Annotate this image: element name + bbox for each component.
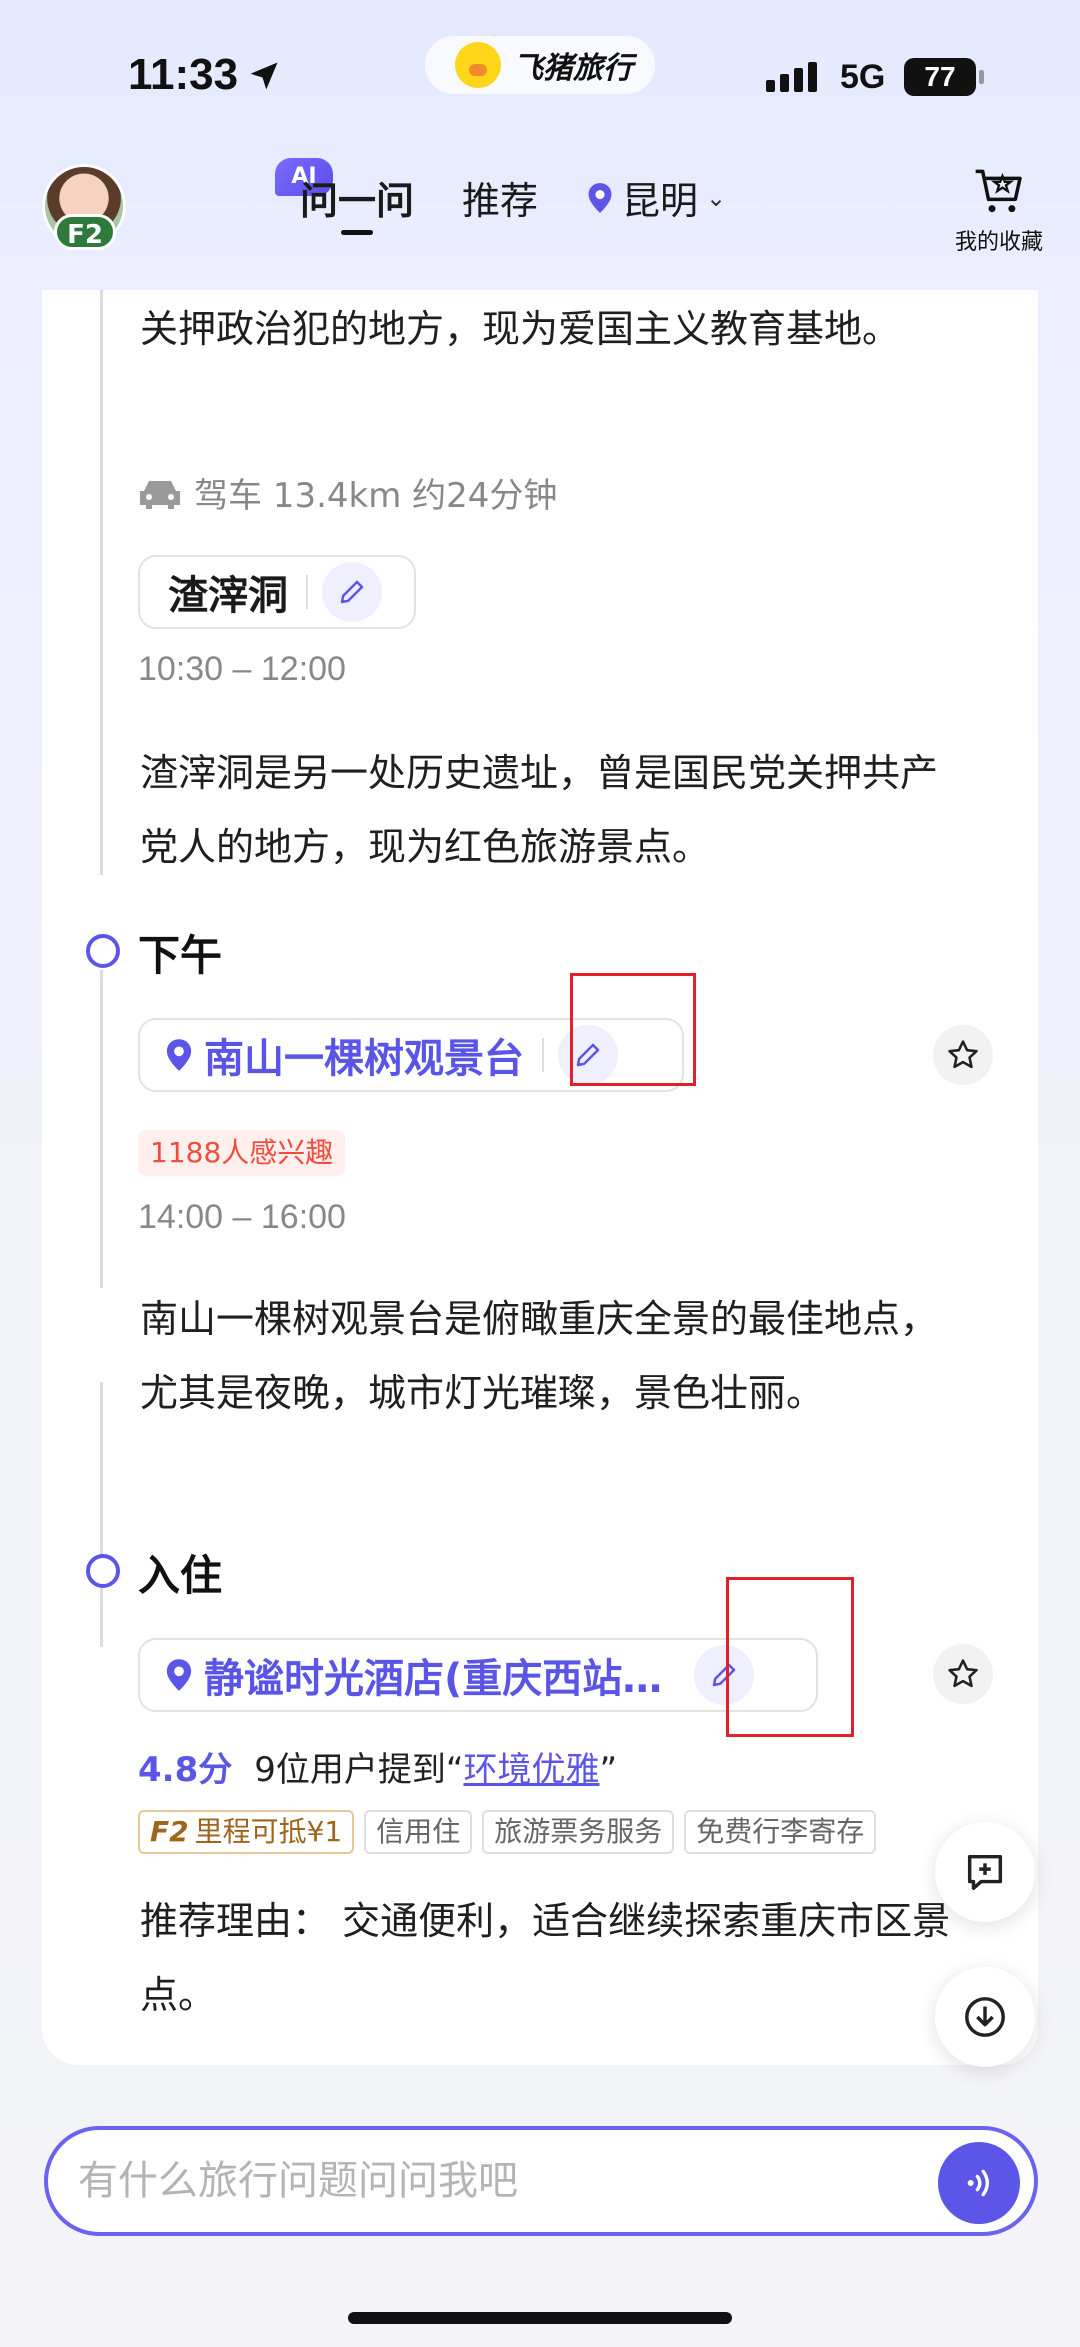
hotel-mention: 9位用户提到“环境优雅”: [254, 1742, 617, 1791]
chat-input[interactable]: [78, 2158, 878, 2204]
voice-wave-icon: [967, 2169, 989, 2197]
location-pin-icon: [166, 1039, 192, 1071]
voice-button[interactable]: [938, 2142, 1020, 2224]
tag-mileage: F2 里程可抵¥1: [138, 1810, 355, 1854]
spot-description: 南山一棵树观景台是俯瞰重庆全景的最佳地点，尤其是夜晚，城市灯光璀璨，景色壮丽。: [140, 1297, 939, 1415]
tag-luggage-storage: 免费行李寄存: [684, 1810, 877, 1854]
fliggy-logo-icon: [455, 42, 501, 88]
timeline-line: [100, 970, 103, 1288]
edit-spot-button[interactable]: [322, 562, 382, 622]
new-chat-button[interactable]: [935, 1822, 1035, 1922]
hotel-rating-row: 4.8分 9位用户提到“环境优雅”: [138, 1742, 617, 1791]
intro-text: 关押政治犯的地方，现为爱国主义教育基地。: [140, 307, 901, 351]
f2-mark: F2: [150, 1815, 189, 1848]
status-time: 11:33: [128, 50, 239, 99]
section-title-checkin: 入住: [138, 1551, 223, 1600]
favorite-star-button[interactable]: [933, 1025, 993, 1085]
hotel-chip[interactable]: 静谧时光酒店(重庆西站…: [138, 1638, 818, 1712]
mention-suffix: ”: [599, 1750, 618, 1790]
tab-ask[interactable]: 问一问: [300, 170, 414, 235]
chevron-down-icon: ⌄: [706, 183, 727, 212]
favorites-label: 我的收藏: [954, 230, 1043, 255]
tag-ticket-service: 旅游票务服务: [482, 1810, 675, 1854]
top-tabs: 问一问 推荐 昆明 ⌄: [300, 170, 726, 235]
highlight-box: [726, 1577, 854, 1737]
recommend-reason: 推荐理由： 交通便利，适合继续探索重庆市区景点。: [140, 1899, 951, 2017]
spot-name: 南山一棵树观景台: [204, 1036, 524, 1082]
pencil-icon: [340, 580, 364, 604]
interest-badge: 1188人感兴趣: [138, 1130, 346, 1176]
chip-divider: [306, 575, 308, 609]
signal-icon: [766, 62, 817, 92]
timeline-line: [100, 290, 103, 875]
chip-divider: [542, 1038, 544, 1072]
location-arrow-icon: [250, 62, 278, 90]
time-range: 10:30 – 12:00: [138, 650, 346, 688]
arrow-down-circle-icon: [965, 1997, 1005, 2037]
app-indicator[interactable]: 飞猪旅行: [425, 36, 655, 94]
location-pin-icon: [588, 182, 612, 213]
battery-icon: 77: [904, 58, 984, 96]
hotel-tags: F2 里程可抵¥1 信用住 旅游票务服务 免费行李寄存: [138, 1810, 877, 1854]
section-title-afternoon: 下午: [138, 931, 223, 980]
hotel-name: 静谧时光酒店(重庆西站…: [204, 1656, 663, 1702]
time-range: 14:00 – 16:00: [138, 1198, 346, 1236]
city-name: 昆明: [622, 179, 699, 223]
drive-info: 驾车 13.4km 约24分钟: [138, 468, 557, 517]
timeline-line: [100, 1382, 103, 1647]
mention-prefix: 9位用户提到“: [254, 1750, 464, 1790]
spot-name: 渣滓洞: [168, 573, 288, 619]
car-icon: [140, 480, 180, 509]
city-selector[interactable]: 昆明 ⌄: [586, 170, 726, 225]
status-bar: 11:33 飞猪旅行 5G 77: [0, 0, 1080, 150]
timeline-dot: [86, 934, 120, 968]
favorite-star-button[interactable]: [933, 1644, 993, 1704]
star-icon: [948, 1040, 978, 1069]
tag-credit-stay: 信用住: [364, 1810, 473, 1854]
highlight-box: [570, 973, 696, 1086]
timeline-dot: [86, 1554, 120, 1588]
add-chat-icon: [967, 1854, 1003, 1891]
tag-mileage-label: 里程可抵¥1: [194, 1815, 343, 1848]
spot-chip-zhazidong[interactable]: 渣滓洞: [138, 555, 416, 629]
avatar-badge: F2: [54, 214, 116, 250]
star-icon: [948, 1659, 978, 1688]
chat-input-bar: [44, 2126, 1038, 2236]
favorites-button[interactable]: 我的收藏: [944, 162, 1054, 256]
hotel-score: 4.8分: [138, 1750, 233, 1790]
home-indicator: [348, 2312, 732, 2324]
mention-highlight-link[interactable]: 环境优雅: [463, 1750, 599, 1790]
app-name: 飞猪旅行: [513, 51, 633, 86]
spot-description: 渣滓洞是另一处历史遗址，曾是国民党关押共产党人的地方，现为红色旅游景点。: [140, 751, 939, 869]
favorites-cart-icon: [975, 169, 1022, 213]
scroll-down-button[interactable]: [935, 1967, 1035, 2067]
drive-text: 驾车 13.4km 约24分钟: [194, 476, 558, 516]
location-pin-icon: [166, 1659, 192, 1691]
tab-recommend[interactable]: 推荐: [462, 170, 538, 225]
network-type: 5G: [840, 58, 886, 96]
